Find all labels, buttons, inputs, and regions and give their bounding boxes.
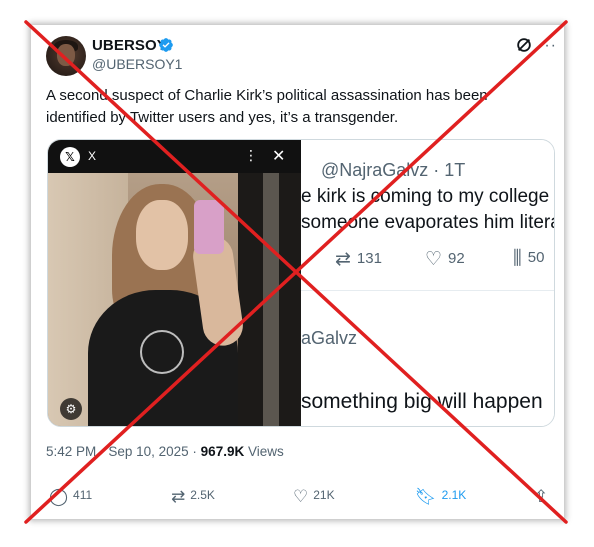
retweet-icon: ⇄ [171,487,186,506]
photo-source-label: X [88,149,97,163]
author-handle[interactable]: @UBERSOY1 [92,56,182,72]
meta-separator: · [100,444,105,459]
bookmark-icon: 🔖︎ [415,487,437,506]
media-attachment[interactable]: 𝕏 X ⋮ ✕ ⚙ @NajraGalvz · 1T e kirk is com… [47,139,555,427]
shirt-print [140,330,184,374]
screenshot-photo[interactable]: 𝕏 X ⋮ ✕ ⚙ [48,140,301,426]
verified-badge-icon [159,38,173,52]
embedded-likes: ♡ 92 [425,248,465,271]
tweet-date[interactable]: Sep 10, 2025 [108,444,188,459]
embedded-handle-line: @NajraGalvz · 1T [321,160,466,180]
x-logo-icon: 𝕏 [60,147,80,167]
like-count: 21K [313,488,335,502]
avatar-face [57,44,75,66]
more-options-icon[interactable]: ··· [538,37,557,55]
photo-viewer-topbar: 𝕏 X ⋮ ✕ [48,140,301,173]
share-button[interactable]: ⇪ [534,487,553,507]
embedded-handle-line-2: aGalvz [301,328,358,348]
retweet-count: 2.5K [190,488,215,502]
embedded-divider [301,290,554,291]
views-chart-icon: ⫼ [513,248,522,269]
door-highlight [263,173,279,426]
embedded-text-line-2: someone evaporates him litera [301,212,555,233]
tweet-time[interactable]: 5:42 PM [46,444,96,459]
views-count: 967.9K [200,444,245,459]
heart-icon: ♡ [293,487,309,506]
retweet-icon: ⇄ [335,249,351,270]
embedded-text-line-3: something big will happen [301,390,543,413]
tweet-meta: 5:42 PM · Sep 10, 2025 · 967.9K Views [46,444,284,459]
bookmark-button[interactable]: 🔖︎ 2.1K [415,487,466,507]
photo-close-icon: ✕ [272,148,286,165]
avatar[interactable] [46,36,86,76]
embedded-views: ⫼ 50 [513,248,544,270]
embedded-retweets-count: 131 [356,250,382,267]
embedded-text-line-1: e kirk is coming to my college t [301,186,555,207]
views-label: Views [247,444,284,459]
grok-icon[interactable] [515,36,533,54]
phone-in-hand [194,200,224,254]
embedded-likes-count: 92 [448,250,465,267]
action-bar: ◯ 411 ⇄ 2.5K ♡ 21K 🔖︎ 2.1K ⇪ [31,487,564,511]
embedded-views-count: 50 [527,249,545,266]
reply-icon: ◯ [49,487,69,506]
embedded-tweet-screenshot[interactable]: @NajraGalvz · 1T e kirk is coming to my … [301,140,555,426]
reply-button[interactable]: ◯ 411 [49,487,92,507]
bookmark-count: 2.1K [441,488,467,502]
meta-separator: · [192,444,197,459]
heart-icon: ♡ [425,249,443,270]
tweet-card: UBERSOY @UBERSOY1 ··· A second suspect o… [31,25,564,519]
like-button[interactable]: ♡ 21K [293,487,335,507]
share-icon: ⇪ [534,487,549,506]
image-settings-icon[interactable]: ⚙ [60,398,82,420]
author-name[interactable]: UBERSOY [92,37,167,54]
retweet-button[interactable]: ⇄ 2.5K [171,487,215,507]
reply-count: 411 [73,488,93,502]
person-face [136,200,188,270]
photo-more-icon: ⋮ [244,147,258,163]
tweet-text: A second suspect of Charlie Kirk’s polit… [46,87,488,126]
embedded-retweets: ⇄ 131 [335,248,382,271]
